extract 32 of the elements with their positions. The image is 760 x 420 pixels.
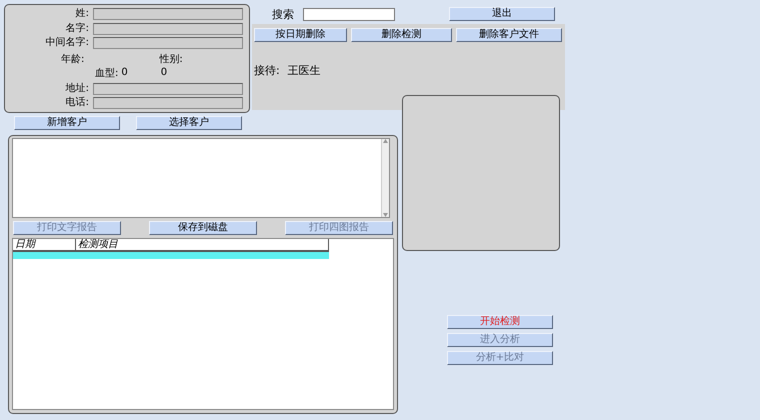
age-label: 年龄: xyxy=(61,52,84,66)
input-field[interactable] xyxy=(93,8,243,20)
scroll-down-icon[interactable] xyxy=(383,213,388,217)
input-field[interactable] xyxy=(93,97,243,110)
field-label: 姓: xyxy=(74,8,90,20)
scroll-bar[interactable] xyxy=(381,139,389,217)
customer-button[interactable]: 新增客户 xyxy=(14,116,120,130)
customer-button[interactable]: 选择客户 xyxy=(136,116,242,130)
exit-button[interactable]: 退出 xyxy=(449,7,555,21)
input-field[interactable] xyxy=(93,37,243,50)
reception-label: 接待: xyxy=(254,63,280,78)
report-text-area[interactable] xyxy=(12,138,390,218)
search-field[interactable] xyxy=(303,8,395,20)
field-label: 地址: xyxy=(64,82,90,95)
search-label: 搜索 xyxy=(272,6,294,22)
field-label: 名字: xyxy=(64,22,90,35)
report-button[interactable]: 保存到磁盘 xyxy=(149,221,257,235)
blood-type-value: 0 xyxy=(121,67,128,78)
input-field[interactable] xyxy=(93,82,243,95)
toolbar-button[interactable]: 按日期删除 xyxy=(254,28,347,42)
column-header: 日期 xyxy=(13,239,76,250)
column-header: 检测项目 xyxy=(76,239,329,250)
field-label: 电话: xyxy=(64,97,90,110)
sex-label: 性别: xyxy=(159,52,183,66)
blood-type-label: 血型: xyxy=(95,66,118,80)
toolbar-button[interactable]: 删除客户文件 xyxy=(456,28,562,42)
field-label: 中间名字: xyxy=(44,37,90,50)
input-field[interactable] xyxy=(93,22,243,35)
value-text: 0 xyxy=(160,67,168,78)
doctor-name: 王医生 xyxy=(288,63,321,78)
toolbar-button[interactable]: 删除检测 xyxy=(351,28,452,42)
scroll-up-icon[interactable] xyxy=(383,139,388,143)
